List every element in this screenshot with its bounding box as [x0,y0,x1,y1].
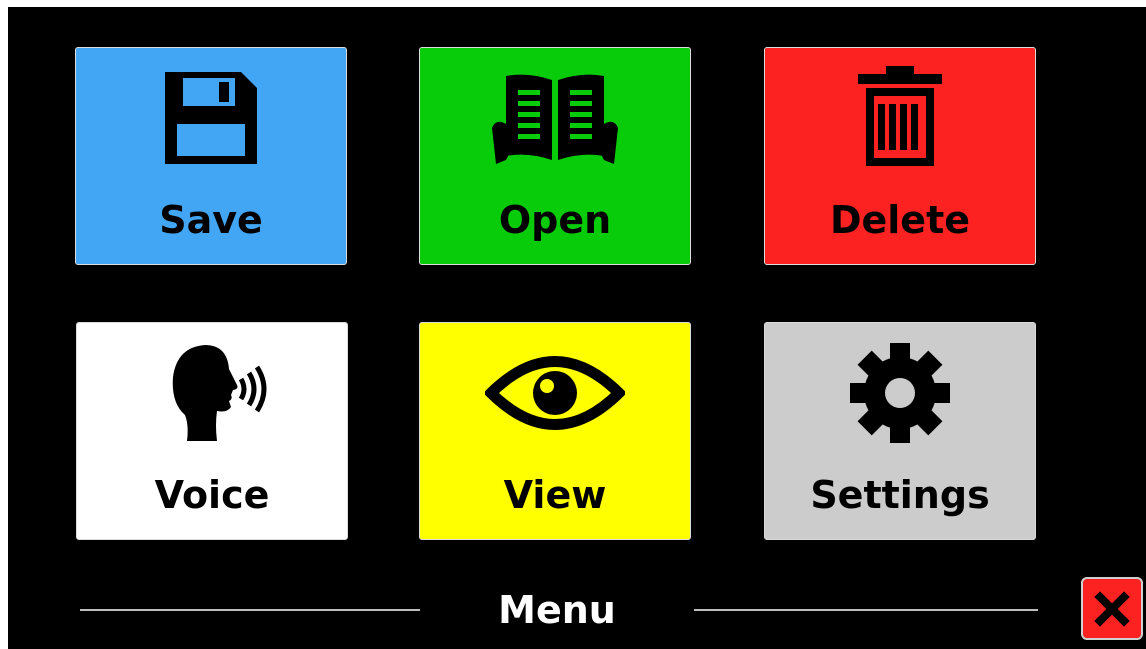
voice-button[interactable]: Voice [76,322,348,540]
settings-label: Settings [810,473,990,517]
delete-label: Delete [829,198,971,242]
speaking-head-icon [77,323,347,463]
close-icon [1094,590,1130,627]
open-button[interactable]: Open [419,47,691,265]
voice-label: Voice [154,473,270,517]
save-label: Save [159,198,263,242]
trash-can-icon [765,48,1035,188]
view-button[interactable]: View [419,322,691,540]
open-book-icon [420,48,690,188]
close-button[interactable] [1081,577,1143,640]
open-label: Open [498,198,612,242]
menu-title: Menu [498,588,616,632]
eye-icon [420,323,690,463]
save-button[interactable]: Save [75,47,347,265]
view-label: View [503,473,607,517]
gear-icon [765,323,1035,463]
divider-right [694,609,1038,611]
delete-button[interactable]: Delete [764,47,1036,265]
divider-left [80,609,420,611]
floppy-disk-icon [76,48,346,188]
settings-button[interactable]: Settings [764,322,1036,540]
